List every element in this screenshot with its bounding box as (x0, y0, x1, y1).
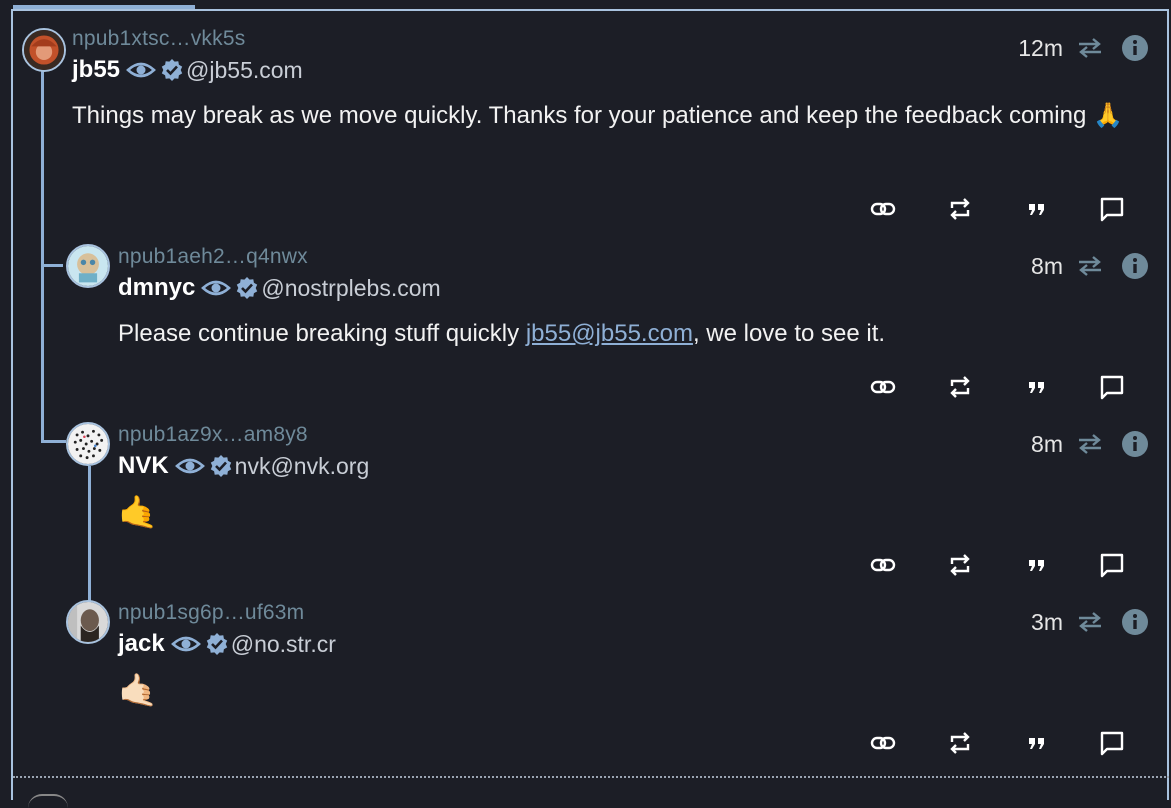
note-content: 🤙🏻 (118, 672, 158, 708)
note-separator (13, 776, 1169, 778)
timestamp: 3m (1031, 608, 1063, 635)
next-note-avatar (28, 794, 68, 808)
reply-icon[interactable] (1099, 730, 1125, 756)
npub-label[interactable]: npub1sg6p…uf63m (118, 601, 304, 625)
quote-icon[interactable] (1024, 730, 1050, 756)
avatar-jack-image (68, 602, 108, 642)
repost-icon (1079, 612, 1101, 632)
repost-icon[interactable] (947, 730, 973, 756)
note-jack[interactable]: npub1sg6p…uf63m jack @no.str.cr 3m 🤙🏻 (0, 0, 1171, 770)
note-meta: 3m (1031, 608, 1149, 636)
verified-badge-icon (206, 633, 227, 655)
link-icon[interactable] (870, 730, 896, 756)
avatar[interactable] (66, 600, 110, 644)
display-name[interactable]: jack (118, 630, 165, 658)
eye-icon (170, 636, 201, 652)
info-icon[interactable] (1121, 608, 1149, 636)
author-line: jack @no.str.cr (118, 630, 336, 658)
nip05-address[interactable]: @no.str.cr (231, 631, 336, 658)
